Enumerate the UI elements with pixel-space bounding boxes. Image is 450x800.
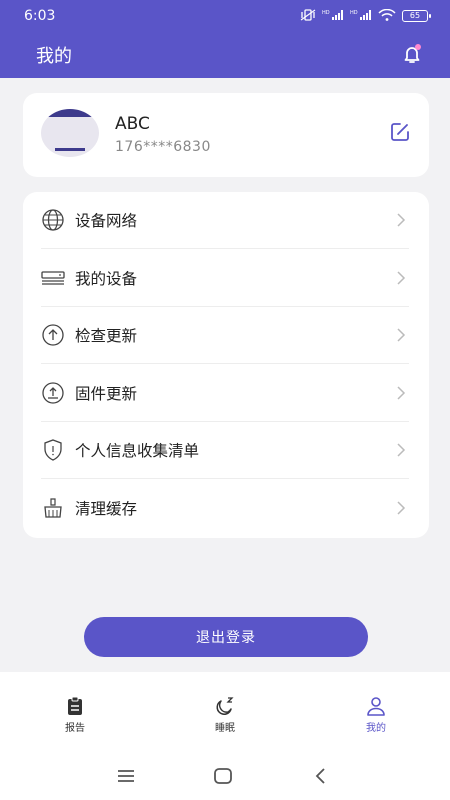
status-icons: HD HD 65 xyxy=(300,8,431,24)
chevron-right-icon xyxy=(397,443,406,457)
menu-item-clear-cache[interactable]: 清理缓存 xyxy=(41,480,409,537)
tab-report[interactable]: 报告 xyxy=(45,696,105,736)
menu-item-firmware-update[interactable]: 固件更新 xyxy=(41,365,409,422)
chevron-right-icon xyxy=(397,501,406,515)
menu-item-label: 设备网络 xyxy=(75,212,138,230)
edit-profile-icon[interactable] xyxy=(389,121,411,143)
status-bar: 6:03 HD HD 65 xyxy=(0,0,450,32)
menu-item-check-update[interactable]: 检查更新 xyxy=(41,307,409,364)
menu-item-device-network[interactable]: 设备网络 xyxy=(41,192,409,249)
app-header: 6:03 HD HD 65 我的 xyxy=(0,0,450,78)
shield-icon xyxy=(44,439,62,461)
tab-label: 报告 xyxy=(65,723,85,734)
avatar[interactable] xyxy=(41,109,99,157)
broom-icon xyxy=(44,498,62,518)
chevron-right-icon xyxy=(397,270,406,285)
person-icon xyxy=(367,697,385,716)
svg-text:HD: HD xyxy=(322,10,330,16)
battery-icon: 65 xyxy=(402,10,431,22)
home-icon[interactable] xyxy=(212,766,234,786)
menu-icon[interactable] xyxy=(115,766,137,786)
tab-label: 睡眠 xyxy=(215,723,235,734)
notification-bell-icon[interactable] xyxy=(400,42,424,66)
chevron-right-icon xyxy=(397,385,406,400)
tab-sleep[interactable]: 睡眠 xyxy=(195,696,255,736)
chevron-right-icon xyxy=(397,328,406,342)
menu-item-personal-info-list[interactable]: 个人信息收集清单 xyxy=(41,422,409,479)
globe-icon xyxy=(42,209,64,231)
vibrate-icon xyxy=(300,8,316,24)
signal-icon: HD xyxy=(322,9,344,24)
menu-item-label: 固件更新 xyxy=(75,384,138,403)
wifi-icon xyxy=(378,8,396,24)
menu-item-label: 清理缓存 xyxy=(75,500,138,518)
status-time: 6:03 xyxy=(24,8,56,24)
device-icon xyxy=(41,270,65,285)
profile-card[interactable]: ABC 176****6830 xyxy=(23,93,429,177)
moon-icon xyxy=(216,697,234,715)
profile-phone: 176****6830 xyxy=(115,139,211,155)
settings-menu: 设备网络 我的设备 检查更新 固件更新 个人信息收集清单 清理缓存 xyxy=(23,192,429,538)
signal-icon-2: HD xyxy=(350,9,372,24)
menu-item-label: 我的设备 xyxy=(75,269,138,288)
page-title: 我的 xyxy=(36,46,72,67)
logout-button[interactable]: 退出登录 xyxy=(84,617,368,657)
back-icon[interactable] xyxy=(310,766,332,786)
clipboard-icon xyxy=(68,696,82,715)
menu-item-my-devices[interactable]: 我的设备 xyxy=(41,250,409,307)
tab-mine[interactable]: 我的 xyxy=(346,696,406,736)
bottom-tab-bar: 报告 睡眠 我的 xyxy=(0,672,450,752)
firmware-icon xyxy=(42,381,64,404)
menu-item-label: 检查更新 xyxy=(75,327,138,345)
menu-item-label: 个人信息收集清单 xyxy=(75,442,200,460)
profile-name: ABC xyxy=(115,114,150,134)
chevron-right-icon xyxy=(397,213,406,227)
tab-label: 我的 xyxy=(366,723,386,734)
system-navigation-bar xyxy=(0,752,450,800)
upload-circle-icon xyxy=(42,324,64,346)
svg-text:HD: HD xyxy=(350,10,358,16)
